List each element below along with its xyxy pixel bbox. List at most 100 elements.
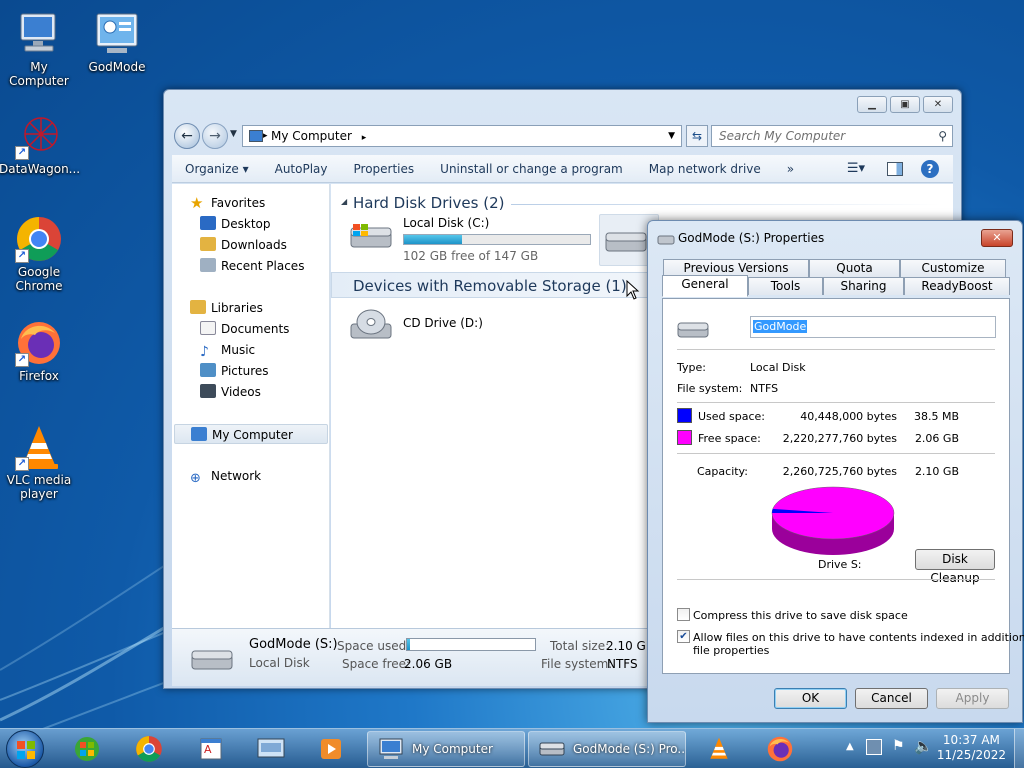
tab-tools[interactable]: Tools xyxy=(748,277,823,295)
nav-documents[interactable]: Documents xyxy=(200,319,289,339)
taskbar-vlc-button[interactable] xyxy=(696,733,740,765)
breadcrumb-my-computer[interactable]: My Computer xyxy=(271,129,352,143)
navigation-pane: ★ Favorites Desktop Downloads Recent Plac… xyxy=(172,184,330,628)
breadcrumb-chevron-icon[interactable]: ▸ xyxy=(362,133,367,143)
group-header-hard-disk-drives[interactable]: Hard Disk Drives (2) xyxy=(353,191,504,215)
history-dropdown-icon[interactable]: ▼ xyxy=(230,129,237,139)
nav-label: Network xyxy=(211,469,262,483)
index-contents-checkbox[interactable]: ✔ xyxy=(677,630,690,643)
file-system-value: NTFS xyxy=(750,382,779,395)
maximize-button[interactable]: ▣ xyxy=(890,96,920,113)
address-dropdown-icon[interactable]: ▼ xyxy=(668,126,675,146)
organize-button[interactable]: Organize ▾ xyxy=(172,162,262,176)
desktop-icon-chrome[interactable]: ↗ Google Chrome xyxy=(0,215,79,293)
minimize-button[interactable]: ▁ xyxy=(857,96,887,113)
divider xyxy=(677,402,995,403)
free-space-swatch xyxy=(677,430,692,445)
back-button[interactable]: ← xyxy=(174,123,200,149)
help-icon[interactable]: ? xyxy=(921,159,939,178)
close-button[interactable]: ✕ xyxy=(923,96,953,113)
uninstall-program-button[interactable]: Uninstall or change a program xyxy=(427,162,636,176)
drive-title-icon xyxy=(657,235,675,245)
firefox-icon xyxy=(767,736,793,762)
desktop-icon-godmode[interactable]: GodMode xyxy=(77,10,157,74)
recent-places-icon xyxy=(200,258,216,272)
autoplay-button[interactable]: AutoPlay xyxy=(262,162,341,176)
hard-drive-icon xyxy=(677,322,709,338)
type-label: Type: xyxy=(677,361,706,374)
nav-recent-places[interactable]: Recent Places xyxy=(200,256,304,276)
more-commands-button[interactable]: » xyxy=(774,162,807,176)
nav-music[interactable]: ♪ Music xyxy=(200,340,255,360)
divider xyxy=(677,453,995,454)
taskbar-chrome-button[interactable] xyxy=(127,733,171,765)
nav-videos[interactable]: Videos xyxy=(200,382,261,402)
address-bar[interactable]: ▸ My Computer ▸ ▼ xyxy=(242,125,682,147)
forward-button[interactable]: → xyxy=(202,123,228,149)
start-button[interactable] xyxy=(6,730,44,768)
desktop-icon-firefox[interactable]: ↗ Firefox xyxy=(0,319,79,383)
desktop-icon-label: GodMode xyxy=(88,60,146,74)
group-header-removable-storage[interactable]: Devices with Removable Storage (1) xyxy=(353,274,627,298)
used-space-bytes: 40,448,000 bytes xyxy=(800,410,897,423)
compress-drive-checkbox[interactable] xyxy=(677,608,690,621)
capacity-bytes: 2,260,725,760 bytes xyxy=(782,465,897,478)
taskbar-firefox-button[interactable] xyxy=(758,733,802,765)
shortcut-arrow-icon: ↗ xyxy=(15,249,29,263)
taskbar-media-player-button[interactable] xyxy=(309,733,353,765)
dialog-close-button[interactable]: ✕ xyxy=(981,229,1013,247)
tab-readyboost[interactable]: ReadyBoost xyxy=(904,277,1010,295)
tab-quota[interactable]: Quota xyxy=(809,259,900,277)
desktop-icon-label: DataWagon... xyxy=(0,162,81,176)
drive-local-disk-c[interactable]: Local Disk (C:) 102 GB free of 147 GB xyxy=(349,216,599,266)
drive-name: CD Drive (D:) xyxy=(403,316,483,330)
wordpad-icon: A xyxy=(200,738,222,760)
desktop-icon-vlc[interactable]: ↗ VLC media player xyxy=(0,423,79,501)
nav-desktop[interactable]: Desktop xyxy=(200,214,271,234)
disk-cleanup-button[interactable]: Disk Cleanup xyxy=(915,549,995,585)
refresh-icon[interactable]: ⇆ xyxy=(686,125,708,147)
properties-button[interactable]: Properties xyxy=(341,162,428,176)
action-center-flag-icon[interactable]: ⚑ xyxy=(892,738,905,754)
show-hidden-icons-icon[interactable]: ▲ xyxy=(846,741,854,752)
nav-libraries[interactable]: Libraries xyxy=(190,298,263,318)
desktop-icon-datawagon[interactable]: ↗ DataWagon... xyxy=(0,112,81,176)
change-view-icon[interactable]: ☰▾ xyxy=(847,161,865,176)
map-network-drive-button[interactable]: Map network drive xyxy=(636,162,774,176)
control-panel-icon xyxy=(93,10,141,58)
apply-button[interactable]: Apply xyxy=(936,688,1009,709)
window-caption-buttons: ▁ ▣ ✕ xyxy=(857,96,953,113)
computer-small-icon xyxy=(249,130,263,142)
nav-favorites[interactable]: ★ Favorites xyxy=(190,193,265,213)
tab-general[interactable]: General xyxy=(662,275,748,297)
tab-sharing[interactable]: Sharing xyxy=(823,277,904,295)
show-desktop-button[interactable] xyxy=(1014,729,1024,768)
cancel-button[interactable]: Cancel xyxy=(855,688,928,709)
taskbar-task-my-computer[interactable]: My Computer xyxy=(367,731,525,767)
nav-pictures[interactable]: Pictures xyxy=(200,361,269,381)
capacity-label: Capacity: xyxy=(697,465,748,478)
tab-customize[interactable]: Customize xyxy=(900,259,1006,277)
details-space-used-fill xyxy=(407,639,410,650)
nav-downloads[interactable]: Downloads xyxy=(200,235,287,255)
ok-button[interactable]: OK xyxy=(774,688,847,709)
details-space-used-bar xyxy=(406,638,536,651)
taskbar-wordpad-button[interactable]: A xyxy=(189,733,233,765)
nav-label: Videos xyxy=(221,385,261,399)
nav-label: Music xyxy=(221,343,256,357)
taskbar-osk-button[interactable] xyxy=(250,733,294,765)
preview-pane-icon[interactable] xyxy=(887,161,903,176)
volume-icon[interactable]: 🔈 xyxy=(914,737,933,755)
desktop-icon-my-computer[interactable]: My Computer xyxy=(0,10,79,88)
drive-cd-d[interactable]: CD Drive (D:) xyxy=(349,308,599,354)
search-icon: ⚲ xyxy=(938,129,947,143)
taskbar-media-center-button[interactable] xyxy=(63,733,107,765)
system-clock[interactable]: 10:37 AM 11/25/2022 xyxy=(937,733,1006,763)
volume-label-input[interactable]: GodMode xyxy=(750,316,996,338)
search-input[interactable]: Search My Computer ⚲ xyxy=(711,125,953,147)
network-tray-icon[interactable] xyxy=(866,739,882,755)
nav-my-computer[interactable]: My Computer xyxy=(174,424,328,444)
nav-network[interactable]: ⊕ Network xyxy=(190,466,261,486)
taskbar-task-godmode-properties[interactable]: GodMode (S:) Pro... xyxy=(528,731,686,767)
collapse-hdd-group-icon[interactable]: ◢ xyxy=(341,197,347,206)
